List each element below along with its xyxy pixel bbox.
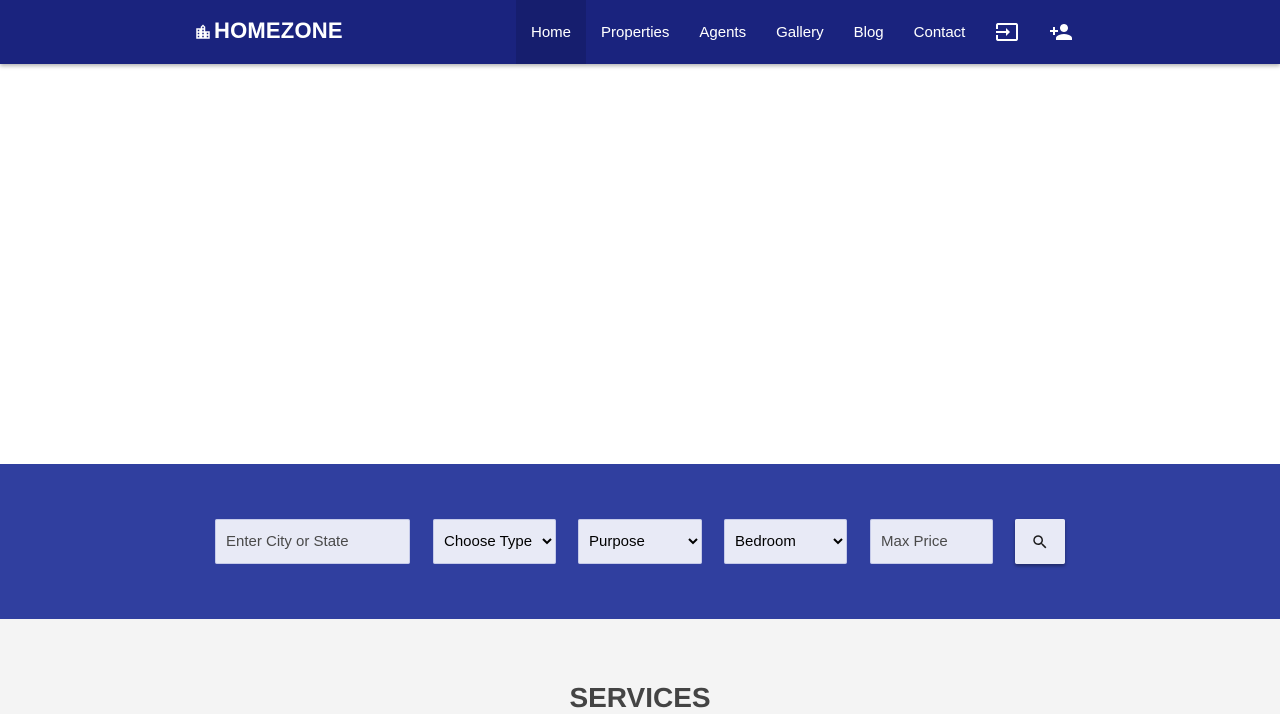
register-button[interactable] <box>1034 0 1088 64</box>
services-section: SERVICES <box>0 619 1280 713</box>
property-type-select[interactable]: Choose Type <box>433 519 556 564</box>
top-navbar: HOMEZONE Home Properties Agents Gallery … <box>0 0 1280 64</box>
nav-link-home[interactable]: Home <box>516 0 587 64</box>
bedroom-select[interactable]: Bedroom <box>724 519 847 564</box>
nav-link-properties[interactable]: Properties <box>586 0 684 64</box>
nav-link-gallery[interactable]: Gallery <box>761 0 839 64</box>
hero-banner <box>0 64 1280 464</box>
brand-logo[interactable]: HOMEZONE <box>194 18 343 44</box>
search-button[interactable] <box>1015 519 1065 564</box>
property-search-bar: Choose Type Purpose Bedroom <box>0 464 1280 619</box>
max-price-input[interactable] <box>870 519 993 564</box>
search-icon <box>1033 534 1047 548</box>
login-icon <box>996 23 1019 41</box>
nav-link-blog[interactable]: Blog <box>839 0 899 64</box>
person-add-icon <box>1050 24 1073 40</box>
login-button[interactable] <box>980 0 1034 64</box>
purpose-select[interactable]: Purpose <box>578 519 702 564</box>
location-input[interactable] <box>215 519 410 564</box>
nav-link-agents[interactable]: Agents <box>684 0 761 64</box>
nav-link-contact[interactable]: Contact <box>899 0 981 64</box>
city-buildings-icon <box>196 24 210 39</box>
nav-links: Home Properties Agents Gallery Blog Cont… <box>516 0 1088 64</box>
services-heading: SERVICES <box>569 682 711 713</box>
brand-name: HOMEZONE <box>214 18 343 43</box>
